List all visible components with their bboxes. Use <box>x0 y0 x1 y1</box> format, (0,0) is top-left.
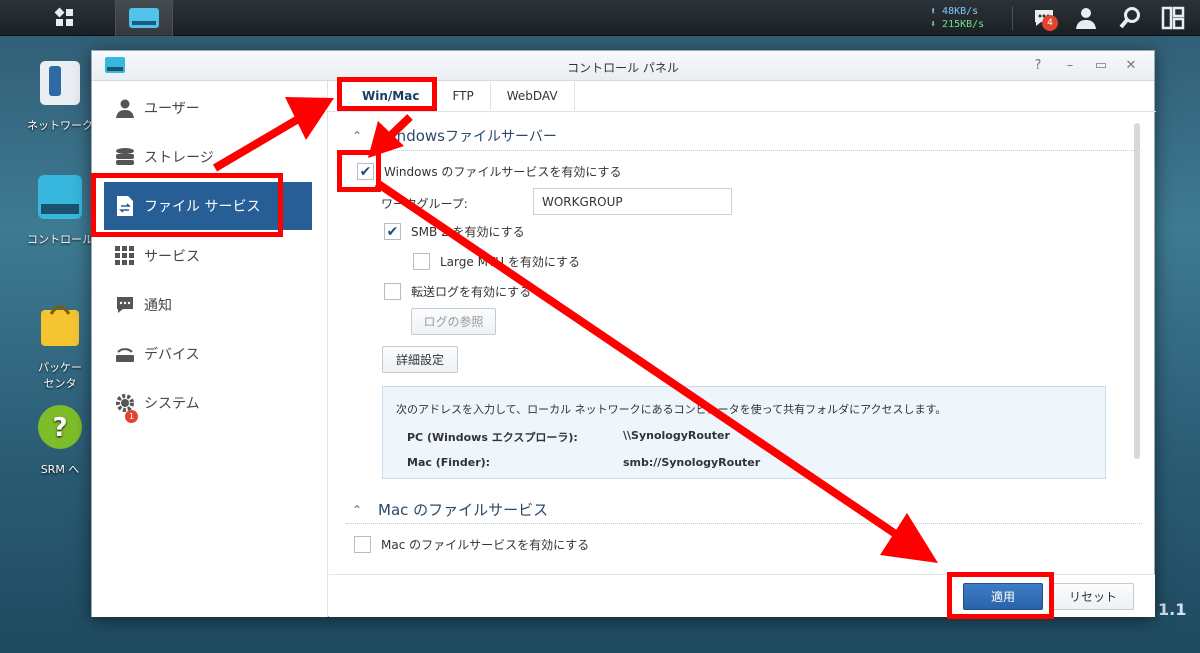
close-button[interactable]: ✕ <box>1122 57 1140 75</box>
large-mtu-checkbox[interactable] <box>413 253 430 270</box>
sidebar-item-label: サービス <box>144 249 200 265</box>
sidebar-item-user[interactable]: ユーザー <box>104 84 312 132</box>
main-menu-icon <box>54 7 73 26</box>
chevron-up-icon: ⌃ <box>352 502 363 517</box>
shopping-bag-icon <box>41 305 79 346</box>
taskbar-divider <box>1012 6 1013 30</box>
reset-button[interactable]: リセット <box>1052 583 1134 610</box>
control-panel-icon <box>38 175 82 219</box>
sidebar-item-service[interactable]: サービス <box>104 232 312 280</box>
svg-text:?: ? <box>52 413 67 443</box>
scroll-fade <box>346 559 1146 573</box>
smb-checkbox[interactable]: ✔ <box>384 223 401 240</box>
maximize-button[interactable]: ▭ <box>1092 57 1110 75</box>
address-info-box: 次のアドレスを入力して、ローカル ネットワークにあるコンピュータを使って共有フォ… <box>382 386 1106 479</box>
window-titlebar[interactable]: コントロール パネル ? – ▭ ✕ <box>92 51 1154 81</box>
arrow-down-icon: ⬇ <box>930 19 943 30</box>
system-badge: 1 <box>125 410 138 423</box>
sidebar-item-notification[interactable]: 通知 <box>104 281 312 329</box>
widgets-icon[interactable] <box>1161 6 1185 30</box>
mac-enable-row: Mac のファイルサービスを有効にする <box>354 536 589 553</box>
network-speed: ⬆ 48KB/s ⬇ 215KB/s <box>930 5 984 31</box>
minimize-button[interactable]: – <box>1061 57 1079 75</box>
windows-section-title-b: dows <box>406 127 445 145</box>
notification-badge: 4 <box>1042 15 1058 31</box>
windows-section-header[interactable]: ⌃ Win dows ファイルサーバー <box>352 126 557 146</box>
mac-section-header[interactable]: ⌃ Mac のファイルサービス <box>352 499 548 520</box>
net-down-value: 215KB/s <box>942 19 985 30</box>
sidebar-item-label: デバイス <box>144 347 200 363</box>
arrow-up-icon: ⬆ <box>930 6 943 17</box>
sidebar: ユーザー ストレージ ファイル サービス サービス 通知 デバイス 1 システム <box>92 81 328 617</box>
router-icon <box>40 61 80 105</box>
chevron-up-icon: ⌃ <box>352 129 363 143</box>
control-panel-window: コントロール パネル ? – ▭ ✕ ユーザー ストレージ ファイル サービス … <box>91 50 1156 617</box>
mac-section-title: Mac のファイルサービス <box>378 501 549 519</box>
view-log-button[interactable]: ログの参照 <box>411 308 496 335</box>
device-icon <box>114 343 136 365</box>
tab-webdav[interactable]: WebDAV <box>491 82 575 110</box>
tab-divider <box>328 111 1156 112</box>
workgroup-label-row: ワークグループ: <box>381 195 468 212</box>
sidebar-item-label: 通知 <box>144 298 172 314</box>
sidebar-item-label: ストレージ <box>144 150 214 166</box>
tab-ftp[interactable]: FTP <box>436 82 491 110</box>
mac-address-value: smb://SynologyRouter <box>623 456 761 469</box>
mac-enable-label: Mac のファイルサービスを有効にする <box>381 538 590 552</box>
user-icon <box>114 97 136 119</box>
help-icon: ? <box>38 405 82 449</box>
smb-label: SMB 2 を有効にする <box>411 225 525 239</box>
taskbar: ⬆ 48KB/s ⬇ 215KB/s 4 <box>0 0 1200 36</box>
mac-address-label: Mac (Finder): <box>407 456 491 469</box>
net-up-value: 48KB/s <box>942 6 979 17</box>
workgroup-label: ワークグループ: <box>381 197 468 211</box>
smb-row: ✔ SMB 2 を有効にする <box>384 223 525 240</box>
highlight-win-mac-tab <box>337 77 437 111</box>
notification-icon <box>114 294 136 316</box>
transfer-log-checkbox[interactable] <box>384 283 401 300</box>
info-description: 次のアドレスを入力して、ローカル ネットワークにあるコンピュータを使って共有フォ… <box>396 403 947 416</box>
pc-address-label: PC (Windows エクスプローラ): <box>407 431 578 444</box>
advanced-settings-button[interactable]: 詳細設定 <box>382 346 458 373</box>
pc-address-value: \\SynologyRouter <box>623 429 730 442</box>
section-divider <box>346 523 1142 524</box>
sidebar-item-device[interactable]: デバイス <box>104 330 312 378</box>
search-icon[interactable] <box>1118 6 1142 30</box>
user-account-icon[interactable] <box>1074 6 1098 30</box>
section-divider <box>346 150 1142 151</box>
large-mtu-label: Large MTU を有効にする <box>440 255 580 269</box>
windows-section-title-a: Win <box>378 127 407 145</box>
scrollbar[interactable] <box>1134 123 1140 459</box>
sidebar-item-label: ユーザー <box>144 101 200 117</box>
storage-icon <box>114 146 136 168</box>
service-grid-icon <box>114 245 136 267</box>
taskbar-control-panel-button[interactable] <box>115 0 173 36</box>
transfer-log-row: 転送ログを有効にする <box>384 283 531 300</box>
main-menu-button[interactable] <box>25 0 105 36</box>
windows-section-title-c: ファイルサーバー <box>444 129 557 145</box>
control-panel-icon <box>129 8 159 28</box>
workgroup-input[interactable]: WORKGROUP <box>533 188 732 215</box>
help-button[interactable]: ? <box>1029 57 1047 75</box>
highlight-enable-checkbox <box>337 150 381 192</box>
sidebar-item-system[interactable]: 1 システム <box>104 379 312 427</box>
highlight-apply-button <box>947 572 1054 619</box>
window-title: コントロール パネル <box>567 61 679 75</box>
windows-enable-row: ✔ Windows のファイルサービスを有効にする <box>357 163 622 180</box>
windows-enable-label: Windows のファイルサービスを有効にする <box>384 165 622 179</box>
mac-enable-checkbox[interactable] <box>354 536 371 553</box>
transfer-log-label: 転送ログを有効にする <box>411 285 532 299</box>
sidebar-item-label: システム <box>144 396 200 412</box>
version-text: 1.1 <box>1158 600 1187 619</box>
large-mtu-row: Large MTU を有効にする <box>413 253 580 270</box>
highlight-file-service <box>91 173 283 237</box>
